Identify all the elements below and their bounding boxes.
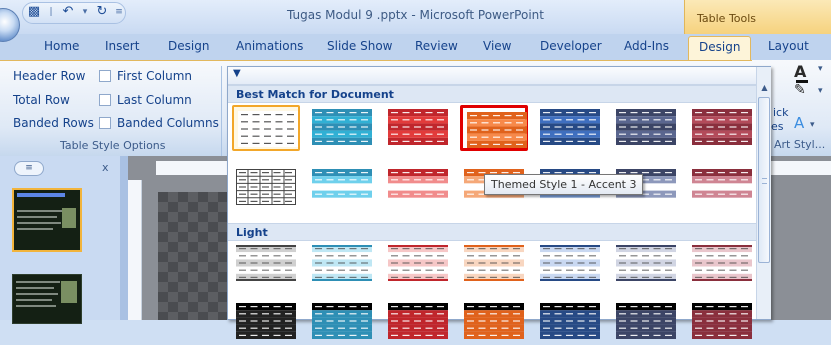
table-style-option[interactable] [232, 105, 300, 151]
table-style-option[interactable] [232, 165, 300, 211]
style-tooltip: Themed Style 1 - Accent 3 [484, 174, 644, 195]
table-style-option[interactable] [612, 299, 680, 345]
tab-animations[interactable]: Animations [236, 39, 303, 53]
table-style-option[interactable] [308, 165, 376, 211]
section-best-match: Best Match for Document [228, 85, 756, 103]
scrollbar-thumb[interactable] [758, 97, 770, 263]
first-column-checkbox[interactable] [99, 70, 111, 82]
table-style-option[interactable] [232, 299, 300, 345]
table-style-option[interactable] [612, 105, 680, 151]
first-column-option[interactable]: First Column [99, 69, 192, 83]
tab-home[interactable]: Home [44, 39, 79, 53]
table-style-option[interactable] [308, 299, 376, 345]
contextual-tab-header: Table Tools [684, 0, 831, 34]
outline-tab-icon[interactable]: ≡ [14, 161, 44, 176]
banded-rows-option[interactable]: Banded Rows [13, 116, 94, 130]
table-style-option[interactable] [536, 241, 604, 287]
table-style-option[interactable] [612, 241, 680, 287]
table-style-option[interactable] [384, 165, 452, 211]
table-style-option[interactable] [688, 165, 756, 211]
total-row-label: Total Row [13, 93, 70, 107]
thumb-image [61, 281, 77, 303]
banded-columns-label: Banded Columns [117, 116, 219, 130]
header-row-label: Header Row [13, 69, 86, 83]
table-style-option[interactable] [384, 299, 452, 345]
banded-columns-option[interactable]: Banded Columns [99, 116, 219, 130]
styles-label[interactable]: es [771, 120, 784, 133]
text-outline-dropdown-icon[interactable]: ▾ [818, 86, 823, 96]
close-panel-icon[interactable]: x [102, 161, 109, 174]
panel-tabs: ≡ x [8, 160, 116, 178]
panel-splitter[interactable] [120, 156, 128, 320]
scroll-up-icon[interactable]: ▲ [758, 81, 771, 94]
group-separator [221, 66, 222, 156]
tab-table-layout[interactable]: Layout [768, 39, 809, 53]
table-style-option[interactable] [536, 105, 604, 151]
title-bar: ▩ | ↶ ▾ ↻ ≡ Tugas Modul 9 .pptx - Micros… [0, 0, 831, 34]
scrollbar-grip [762, 178, 767, 184]
table-style-option[interactable] [688, 299, 756, 345]
total-row-option[interactable]: Total Row [13, 93, 70, 107]
table-style-option[interactable] [536, 299, 604, 345]
gallery-header: ▼ [228, 67, 756, 85]
table-style-option[interactable] [308, 105, 376, 151]
table-style-option[interactable] [232, 241, 300, 287]
last-column-option[interactable]: Last Column [99, 93, 192, 107]
vertical-ruler [128, 180, 142, 320]
tab-add-ins[interactable]: Add-Ins [624, 39, 669, 53]
last-column-label: Last Column [117, 93, 192, 107]
table-style-option[interactable] [384, 241, 452, 287]
text-effects-dropdown-icon[interactable]: ▾ [810, 120, 815, 130]
table-style-option[interactable] [460, 105, 528, 151]
ribbon-tabs: Home Insert Design Animations Slide Show… [0, 34, 831, 62]
table-style-options-label: Table Style Options [60, 139, 166, 152]
text-fill-icon[interactable]: A [794, 62, 806, 81]
section-light: Light [228, 223, 756, 241]
banded-columns-checkbox[interactable] [99, 117, 111, 129]
table-style-option[interactable] [688, 241, 756, 287]
wordart-styles-label: Art Styl... [774, 138, 826, 151]
tab-developer[interactable]: Developer [540, 39, 602, 53]
quick-styles-label[interactable]: ick [773, 106, 788, 119]
table-style-option[interactable] [460, 241, 528, 287]
contextual-tab-title: Table Tools [697, 12, 757, 25]
gallery-scrollbar[interactable]: ▲ [756, 67, 771, 319]
table-style-option[interactable] [384, 105, 452, 151]
tab-slide-show[interactable]: Slide Show [327, 39, 392, 53]
tab-insert[interactable]: Insert [105, 39, 139, 53]
thumb-image [62, 208, 76, 228]
header-row-option[interactable]: Header Row [13, 69, 85, 83]
last-column-checkbox[interactable] [99, 94, 111, 106]
text-outline-icon[interactable]: ✎ [794, 82, 806, 98]
text-fill-dropdown-icon[interactable]: ▾ [818, 64, 823, 74]
table-style-option[interactable] [460, 299, 528, 345]
tab-view[interactable]: View [483, 39, 511, 53]
tab-table-design[interactable]: Design [688, 36, 752, 62]
tab-review[interactable]: Review [415, 39, 458, 53]
banded-rows-label: Banded Rows [13, 116, 94, 130]
text-effects-icon[interactable]: A [794, 114, 804, 132]
first-column-label: First Column [117, 69, 193, 83]
table-style-option[interactable] [688, 105, 756, 151]
slides-panel: ≡ x [0, 156, 120, 324]
thumb-title [17, 193, 65, 197]
table-style-option[interactable] [308, 241, 376, 287]
tab-design[interactable]: Design [168, 39, 209, 53]
gallery-menu-arrow-icon[interactable]: ▼ [233, 68, 241, 79]
slide-thumbnail[interactable] [12, 188, 82, 252]
slide-thumbnail[interactable] [12, 274, 82, 324]
